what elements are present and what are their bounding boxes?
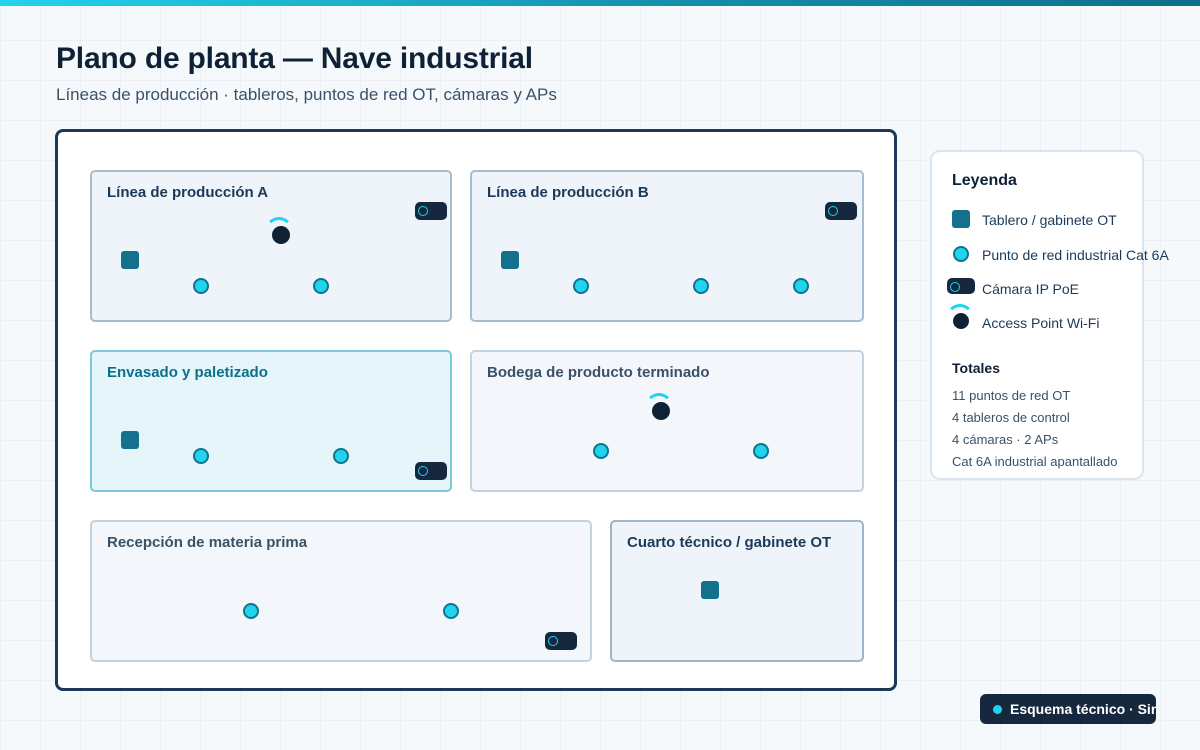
camera-icon: [947, 278, 975, 294]
legend-item-panel: Tablero / gabinete OT: [932, 209, 1192, 231]
zone-production-line-b[interactable]: Línea de producción B: [470, 170, 864, 322]
panel-icon[interactable]: [121, 251, 139, 269]
legend-item-label: Tablero / gabinete OT: [982, 212, 1117, 228]
legend-item-label: Access Point Wi-Fi: [982, 315, 1100, 331]
network-point-icon[interactable]: [753, 443, 769, 459]
total-line: 4 cámaras · 2 APs: [952, 432, 1059, 447]
network-point-icon: [953, 246, 969, 262]
technical-schema-badge: Esquema técnico · Sin: [980, 694, 1156, 724]
status-dot-icon: [993, 705, 1002, 714]
access-point-icon: [946, 304, 974, 329]
camera-icon[interactable]: [545, 632, 577, 650]
floor-plan: Línea de producción A Línea de producció…: [55, 129, 897, 691]
total-line: Cat 6A industrial apantallado: [952, 454, 1118, 469]
badge-label: Esquema técnico · Sin: [1010, 701, 1156, 717]
page-title: Plano de planta — Nave industrial: [56, 42, 533, 75]
legend-item-label: Punto de red industrial Cat 6A: [982, 247, 1169, 263]
panel-icon[interactable]: [701, 581, 719, 599]
legend-title: Leyenda: [952, 172, 1017, 189]
network-point-icon[interactable]: [243, 603, 259, 619]
network-point-icon[interactable]: [313, 278, 329, 294]
network-point-icon[interactable]: [793, 278, 809, 294]
total-line: 11 puntos de red OT: [952, 388, 1071, 403]
network-point-icon[interactable]: [693, 278, 709, 294]
total-line: 4 tableros de control: [952, 410, 1070, 425]
zone-title: Línea de producción B: [487, 184, 649, 201]
access-point-icon[interactable]: [265, 217, 293, 244]
zone-title: Bodega de producto terminado: [487, 364, 710, 381]
top-accent-bar: [0, 0, 1200, 6]
zone-title: Recepción de materia prima: [107, 534, 308, 551]
zone-packaging[interactable]: Envasado y paletizado: [90, 350, 452, 492]
page-subtitle: Líneas de producción · tableros, puntos …: [56, 85, 557, 104]
legend-item-label: Cámara IP PoE: [982, 281, 1080, 297]
network-point-icon[interactable]: [443, 603, 459, 619]
legend-item-access-point: Access Point Wi-Fi: [932, 304, 1192, 334]
zone-finished-goods-warehouse[interactable]: Bodega de producto terminado: [470, 350, 864, 492]
network-point-icon[interactable]: [193, 448, 209, 464]
legend-item-camera: Cámara IP PoE: [932, 278, 1192, 300]
panel-icon[interactable]: [121, 431, 139, 449]
zone-title: Envasado y paletizado: [107, 364, 268, 381]
camera-icon[interactable]: [415, 462, 447, 480]
network-point-icon[interactable]: [593, 443, 609, 459]
camera-icon[interactable]: [415, 202, 447, 220]
panel-icon[interactable]: [501, 251, 519, 269]
network-point-icon[interactable]: [333, 448, 349, 464]
zone-raw-material-reception[interactable]: Recepción de materia prima: [90, 520, 592, 662]
legend-panel: Leyenda Tablero / gabinete OT Punto de r…: [930, 150, 1169, 480]
camera-icon[interactable]: [825, 202, 857, 220]
zone-title: Línea de producción A: [107, 184, 269, 201]
legend-item-network-point: Punto de red industrial Cat 6A: [932, 244, 1192, 266]
zone-technical-room[interactable]: Cuarto técnico / gabinete OT: [610, 520, 864, 662]
zone-production-line-a[interactable]: Línea de producción A: [90, 170, 452, 322]
network-point-icon[interactable]: [193, 278, 209, 294]
panel-icon: [952, 210, 970, 228]
totals-title: Totales: [952, 360, 1000, 376]
zone-title: Cuarto técnico / gabinete OT: [627, 534, 832, 551]
access-point-icon[interactable]: [645, 393, 673, 420]
network-point-icon[interactable]: [573, 278, 589, 294]
